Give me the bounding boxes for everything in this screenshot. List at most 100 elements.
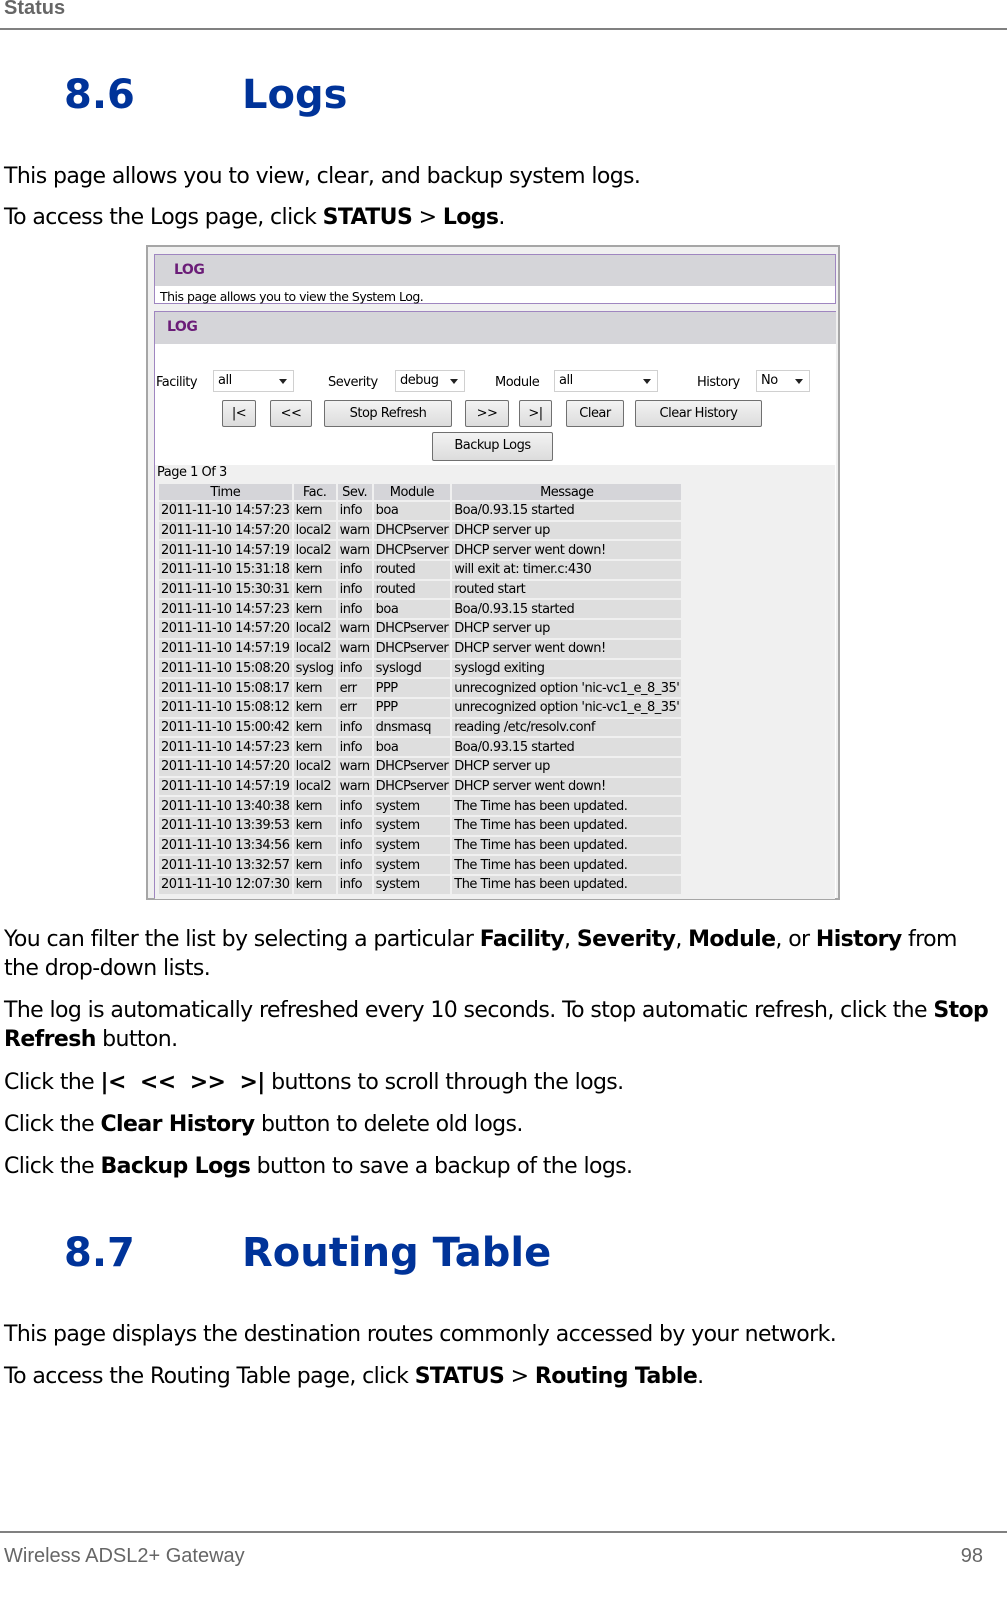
last-page-button[interactable]: >| — [519, 400, 552, 427]
term-facility: Facility — [479, 927, 565, 952]
cell-severity: info — [337, 856, 372, 875]
history-label: History — [697, 375, 740, 390]
history-select[interactable]: No — [756, 370, 810, 392]
backup-logs-button[interactable]: Backup Logs — [432, 432, 553, 461]
term-clear-history: Clear History — [100, 1112, 256, 1137]
running-header: Status — [0, 0, 1007, 30]
cell-module: system — [373, 876, 451, 894]
clear-history-button[interactable]: Clear History — [635, 400, 762, 427]
cell-module: system — [373, 856, 451, 875]
cell-module: routed — [373, 561, 451, 579]
table-row: 2011-11-10 14:57:19 local2 warn DHCPserver D… — [159, 639, 682, 658]
text: To access the Routing Table page, click — [4, 1364, 415, 1389]
cell-module: syslogd — [373, 659, 451, 678]
cell-severity: info — [337, 502, 372, 520]
log-table-body: 2011-11-10 14:57:23 kern info boa Boa/0.93.1… — [159, 502, 682, 894]
cell-time: 2011-11-10 14:57:23 — [159, 738, 292, 756]
cell-facility: kern — [293, 817, 336, 835]
cell-severity: info — [337, 836, 372, 855]
cell-time: 2011-11-10 13:39:53 — [159, 817, 292, 835]
clear-history-paragraph: Click the Clear History button to delete… — [4, 1110, 994, 1139]
facility-label: Facility — [156, 375, 198, 390]
panel-header: LOG — [155, 255, 835, 286]
next-page-button[interactable]: >> — [465, 400, 509, 427]
cell-facility: local2 — [293, 757, 336, 776]
text: Click the — [4, 1070, 101, 1095]
text: > — [412, 205, 443, 230]
table-row: 2011-11-10 15:08:12 kern err PPP unrecognize… — [159, 698, 682, 717]
table-row: 2011-11-10 15:31:18 kern info routed will ex… — [159, 561, 682, 579]
page-indicator: Page 1 Of 3 — [157, 465, 227, 480]
term-history: History — [815, 927, 902, 952]
footer-page-number: 98 — [960, 1545, 983, 1567]
module-select[interactable]: all — [554, 370, 658, 392]
table-row: 2011-11-10 13:34:56 kern info system The Tim… — [159, 836, 682, 855]
cell-severity: info — [337, 817, 372, 835]
text: button. — [95, 1027, 178, 1052]
cell-severity: warn — [337, 757, 372, 776]
cell-message: The Time has been updated. — [452, 797, 682, 815]
cell-message: Boa/0.93.15 started — [452, 738, 682, 756]
footer-product-name: Wireless ADSL2+ Gateway — [4, 1545, 245, 1567]
text: button to delete old logs. — [254, 1112, 523, 1137]
stop-refresh-button[interactable]: Stop Refresh — [324, 400, 452, 427]
cell-time: 2011-11-10 14:57:23 — [159, 502, 292, 520]
severity-select[interactable]: debug — [395, 370, 465, 392]
table-row: 2011-11-10 14:57:20 local2 warn DHCPserver D… — [159, 620, 682, 638]
cell-facility: kern — [293, 679, 336, 697]
cell-module: PPP — [373, 679, 451, 697]
cell-facility: kern — [293, 856, 336, 875]
section-heading-logs: 8.6 Logs — [64, 72, 347, 118]
chevron-down-icon — [643, 379, 651, 384]
panel-description: This page allows you to view the System … — [160, 289, 424, 304]
cell-module: DHCPserver — [373, 777, 451, 796]
cell-severity: info — [337, 580, 372, 599]
table-row: 2011-11-10 14:57:19 local2 warn DHCPserver D… — [159, 777, 682, 796]
facility-value: all — [218, 373, 232, 388]
cell-module: DHCPserver — [373, 757, 451, 776]
log-page-screenshot: LOG This page allows you to view the Sys… — [146, 245, 840, 900]
cell-message: DHCP server went down! — [452, 777, 682, 796]
column-header-module: Module — [373, 484, 451, 500]
text: button to save a backup of the logs. — [250, 1154, 633, 1179]
cell-module: DHCPserver — [373, 541, 451, 560]
table-row: 2011-11-10 14:57:19 local2 warn DHCPserver D… — [159, 541, 682, 560]
cell-time: 2011-11-10 15:31:18 — [159, 561, 292, 579]
panel-header: LOG — [155, 312, 836, 344]
table-row: 2011-11-10 15:08:20 syslog info syslogd sysl… — [159, 659, 682, 678]
text: You can filter the list by selecting a p… — [4, 927, 480, 952]
text: , — [564, 927, 577, 952]
cell-message: The Time has been updated. — [452, 817, 682, 835]
cell-module: system — [373, 797, 451, 815]
column-header-facility: Fac. — [293, 484, 336, 500]
term-backup-logs: Backup Logs — [100, 1154, 251, 1179]
cell-facility: kern — [293, 738, 336, 756]
facility-select[interactable]: all — [213, 370, 294, 392]
cell-message: DHCP server up — [452, 521, 682, 540]
menu-name: STATUS — [322, 205, 413, 230]
table-row: 2011-11-10 15:00:42 kern info dnsmasq readin… — [159, 718, 682, 737]
cell-severity: err — [337, 679, 372, 697]
cell-module: boa — [373, 600, 451, 619]
cell-time: 2011-11-10 15:08:17 — [159, 679, 292, 697]
cell-severity: info — [337, 738, 372, 756]
first-page-button[interactable]: |< — [222, 400, 256, 427]
cell-message: unrecognized option 'nic-vc1_e_8_35' — [452, 698, 682, 717]
cell-time: 2011-11-10 14:57:20 — [159, 757, 292, 776]
cell-severity: warn — [337, 620, 372, 638]
cell-message: DHCP server up — [452, 757, 682, 776]
logs-access-instructions: To access the Logs page, click STATUS > … — [4, 203, 994, 232]
cell-time: 2011-11-10 15:30:31 — [159, 580, 292, 599]
cell-facility: kern — [293, 580, 336, 599]
section-number: 8.6 — [64, 72, 135, 118]
cell-facility: kern — [293, 698, 336, 717]
text: To access the Logs page, click — [4, 205, 323, 230]
clear-button[interactable]: Clear — [566, 400, 624, 427]
table-row: 2011-11-10 15:08:17 kern err PPP unrecognize… — [159, 679, 682, 697]
term-nav-buttons: |< << >> >| — [100, 1070, 266, 1095]
term-module: Module — [688, 927, 776, 952]
table-row: 2011-11-10 13:39:53 kern info system The Tim… — [159, 817, 682, 835]
cell-message: routed start — [452, 580, 682, 599]
previous-page-button[interactable]: << — [270, 400, 312, 427]
text: . — [498, 205, 505, 230]
